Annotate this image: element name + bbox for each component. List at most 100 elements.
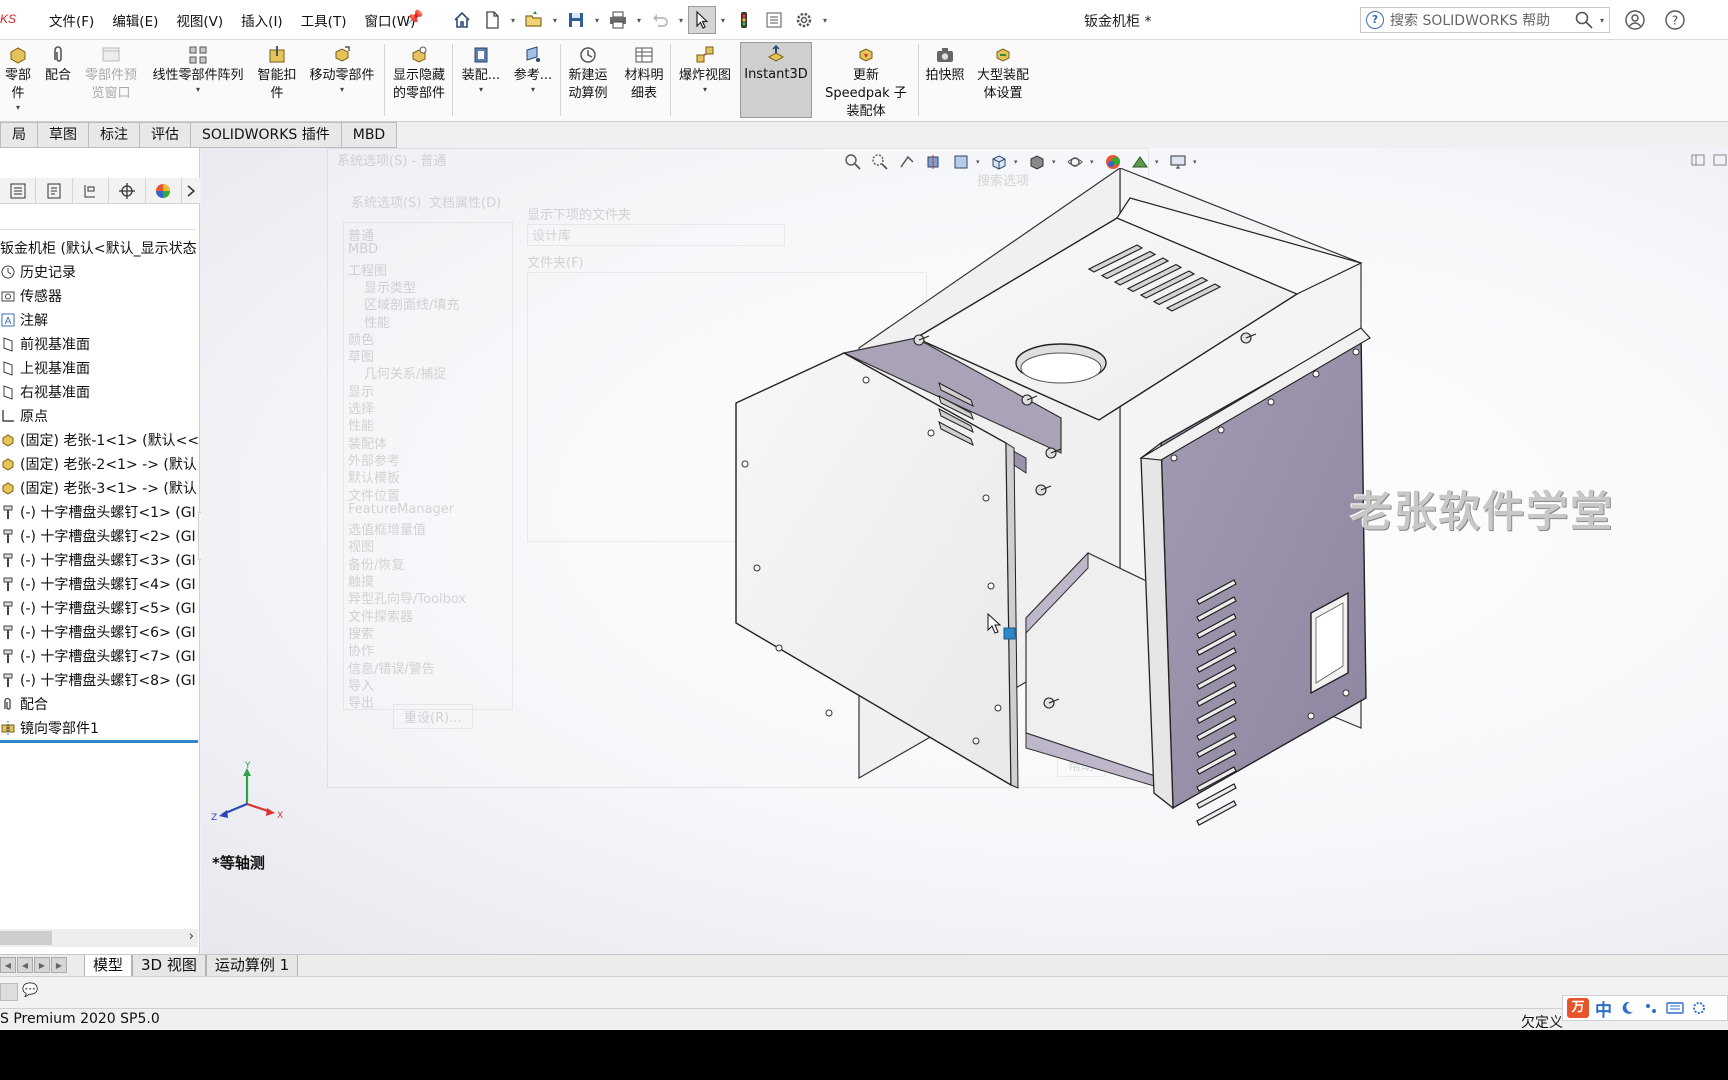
open-dropdown-icon[interactable]: ▾ (550, 6, 560, 34)
home-icon[interactable] (448, 6, 476, 34)
chat-bubble-icon[interactable]: 💬 (22, 983, 40, 1001)
tree-item[interactable]: (固定) 老张-2<1> -> (默认 (0, 452, 198, 476)
take-snapshot-button[interactable]: 拍快照 (922, 44, 968, 85)
tree-item[interactable]: 上视基准面 (0, 356, 198, 380)
sheet-metal-cabinet-model[interactable] (461, 168, 1421, 948)
tree-item[interactable]: 右视基准面 (0, 380, 198, 404)
tab-sketch[interactable]: 草图 (38, 122, 89, 148)
undo-icon[interactable] (646, 6, 674, 34)
tree-item[interactable]: (-) 十字槽盘头螺钉<5> (GI (0, 596, 198, 620)
graphics-area[interactable]: 系统选项(S) - 普通 系统选项(S) 文档属性(D) 搜索选项 普通 MBD 工… (201, 148, 1728, 954)
tab-3d-views[interactable]: 3D 视图 (132, 955, 206, 977)
bill-of-materials-button[interactable]: 材料明细表 (620, 44, 668, 103)
moon-punctuation-icon[interactable] (1618, 999, 1636, 1017)
last-tab-icon[interactable]: ▶ (51, 957, 67, 973)
chevron-down-icon[interactable]: ▾ (703, 85, 707, 95)
tree-item[interactable]: 历史记录 (0, 260, 198, 284)
new-motion-study-button[interactable]: 新建运动算例 (564, 44, 612, 103)
tree-item[interactable]: 原点 (0, 404, 198, 428)
rebuild-traffic-light-icon[interactable] (730, 6, 758, 34)
propertymanager-tab[interactable] (36, 178, 73, 204)
horizontal-scrollbar[interactable]: › (0, 929, 198, 947)
ime-logo-icon[interactable]: 万 (1567, 998, 1589, 1018)
chevron-down-icon[interactable]: ▾ (340, 85, 344, 95)
mate-button[interactable]: 配合 (40, 44, 76, 85)
options-gear-icon[interactable] (790, 6, 818, 34)
select-pointer-icon[interactable] (688, 6, 716, 34)
search-placeholder[interactable]: 搜索 SOLIDWORKS 帮助 (1390, 10, 1573, 30)
viewport-split-icon[interactable] (1690, 152, 1706, 168)
tab-solidworks-addins[interactable]: SOLIDWORKS 插件 (191, 122, 342, 148)
ime-chinese-mode[interactable]: 中 (1595, 996, 1612, 1021)
tab-evaluate[interactable]: 评估 (140, 122, 191, 148)
menu-edit[interactable]: 编辑(E) (103, 10, 167, 30)
exploded-view-button[interactable]: 爆炸视图 ▾ (674, 44, 736, 95)
chevron-down-icon[interactable]: ▾ (1014, 158, 1022, 166)
chevron-down-icon[interactable]: ▾ (1155, 158, 1163, 166)
chevron-down-icon[interactable]: ▾ (531, 85, 535, 95)
open-folder-icon[interactable] (520, 6, 548, 34)
help-icon[interactable]: ? (1664, 9, 1686, 31)
rollback-bar[interactable] (0, 740, 198, 743)
search-icon[interactable] (1573, 9, 1595, 31)
instant3d-toggle[interactable]: Instant3D (740, 42, 812, 118)
previous-tab-icon[interactable]: ◀ (17, 957, 33, 973)
chevron-down-icon[interactable]: ▾ (976, 158, 984, 166)
tree-item[interactable]: (-) 十字槽盘头螺钉<3> (GI (0, 548, 198, 572)
dimxpert-tab[interactable] (109, 178, 146, 204)
component-preview-button[interactable]: 零部件预览窗口 (78, 44, 144, 103)
viewport-maximize-icon[interactable] (1712, 152, 1728, 168)
pin-menu-icon[interactable]: 📌 (405, 10, 425, 30)
tree-item[interactable]: 前视基准面 (0, 332, 198, 356)
more-tabs-chevron-icon[interactable] (182, 178, 200, 204)
half-width-icon[interactable] (1642, 999, 1660, 1017)
keyboard-icon[interactable] (1666, 999, 1684, 1017)
update-speedpak-button[interactable]: 更新 Speedpak 子装配体 (818, 44, 914, 121)
featuremanager-tab[interactable] (0, 178, 37, 204)
menu-tools[interactable]: 工具(T) (292, 10, 356, 30)
chevron-down-icon[interactable]: ▾ (1193, 158, 1201, 166)
first-tab-icon[interactable]: ◀ (0, 957, 16, 973)
chevron-down-icon[interactable]: ▾ (196, 85, 200, 95)
tree-root[interactable]: 钣金机柜 (默认<默认_显示状态 (0, 236, 198, 260)
tree-item[interactable]: 配合 (0, 692, 198, 716)
tree-item[interactable]: (-) 十字槽盘头螺钉<4> (GI (0, 572, 198, 596)
tree-item[interactable]: (-) 十字槽盘头螺钉<8> (GI (0, 668, 198, 692)
tree-item[interactable]: (-) 十字槽盘头螺钉<7> (GI (0, 644, 198, 668)
move-component-button[interactable]: 移动零部件 ▾ (304, 44, 380, 95)
tab-mbd[interactable]: MBD (341, 122, 398, 148)
menu-insert[interactable]: 插入(I) (232, 10, 292, 30)
configurationmanager-tab[interactable] (73, 178, 110, 204)
new-dropdown-icon[interactable]: ▾ (508, 6, 518, 34)
tab-motion-study[interactable]: 运动算例 1 (205, 955, 299, 977)
user-account-icon[interactable] (1624, 9, 1646, 31)
save-icon[interactable] (562, 6, 590, 34)
new-document-icon[interactable] (478, 6, 506, 34)
tree-filter[interactable] (0, 206, 196, 230)
tab-layout[interactable]: 局 (0, 122, 38, 148)
chevron-down-icon[interactable]: ▾ (16, 103, 20, 113)
menu-view[interactable]: 视图(V) (167, 10, 232, 30)
tree-item[interactable]: 传感器 (0, 284, 198, 308)
scroll-right-icon[interactable]: › (189, 929, 194, 944)
save-dropdown-icon[interactable]: ▾ (592, 6, 602, 34)
chevron-down-icon[interactable]: ▾ (479, 85, 483, 95)
reference-geometry-button[interactable]: 参考... ▾ (508, 44, 558, 95)
menu-file[interactable]: 文件(F) (40, 10, 103, 30)
tree-item[interactable]: (固定) 老张-3<1> -> (默认 (0, 476, 198, 500)
help-search-box[interactable]: ? 搜索 SOLIDWORKS 帮助 ▾ (1360, 7, 1610, 33)
tree-item[interactable]: (-) 十字槽盘头螺钉<2> (GI (0, 524, 198, 548)
print-dropdown-icon[interactable]: ▾ (634, 6, 644, 34)
assembly-features-button[interactable]: 装配... ▾ (456, 44, 506, 95)
scrollbar-thumb[interactable] (0, 931, 52, 945)
undo-dropdown-icon[interactable]: ▾ (676, 6, 686, 34)
tree-item[interactable]: (-) 十字槽盘头螺钉<1> (GI (0, 500, 198, 524)
tree-item[interactable]: 镜向零部件1 (0, 716, 198, 740)
search-dropdown-icon[interactable]: ▾ (1595, 16, 1609, 25)
settings-grip-icon[interactable] (1690, 999, 1708, 1017)
options-dropdown-icon[interactable]: ▾ (820, 6, 830, 34)
select-dropdown-icon[interactable]: ▾ (718, 6, 728, 34)
file-properties-icon[interactable] (760, 6, 788, 34)
next-tab-icon[interactable]: ▶ (34, 957, 50, 973)
chevron-down-icon[interactable]: ▾ (1090, 158, 1098, 166)
